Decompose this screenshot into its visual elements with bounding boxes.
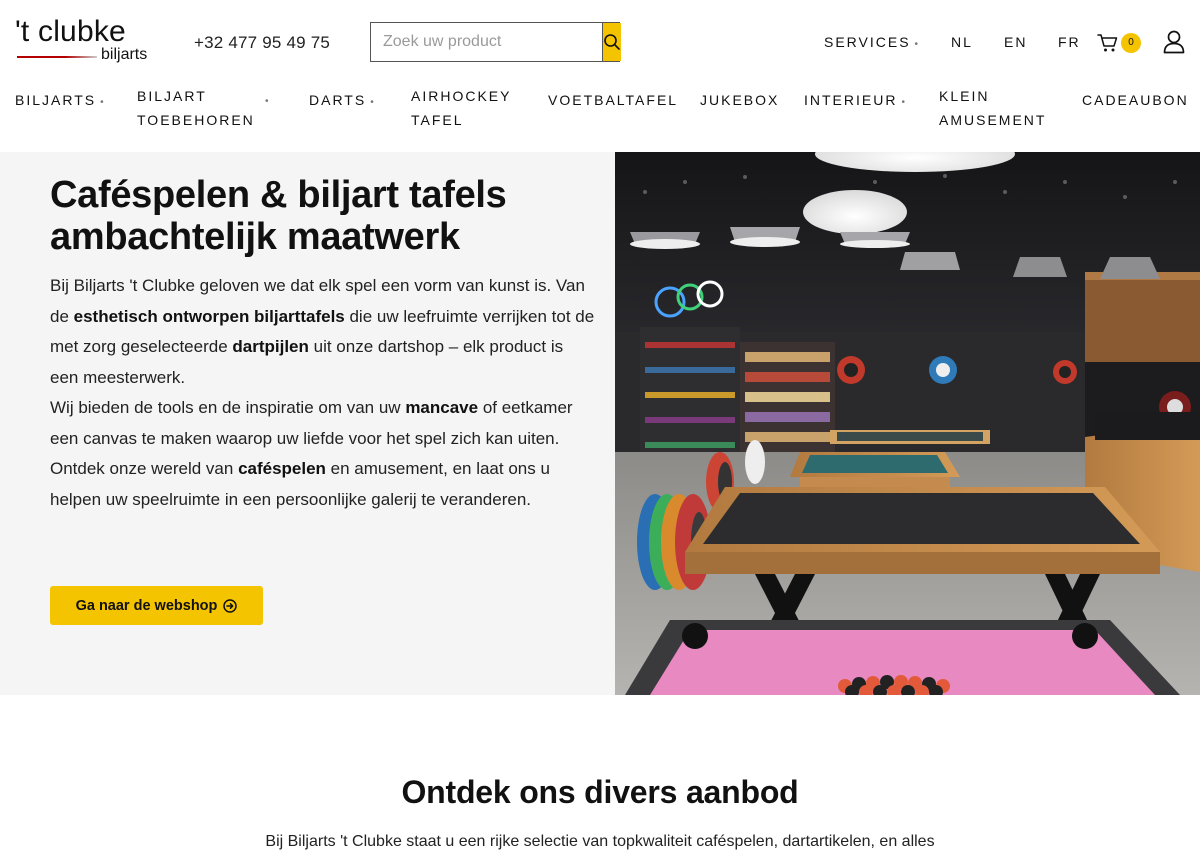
nav-label-line2: TAFEL <box>411 112 464 128</box>
dropdown-dot-icon: • <box>370 97 376 108</box>
hero-text-segment: Wij bieden de tools en de inspiratie om … <box>50 398 406 417</box>
logo-underline <box>17 56 97 58</box>
nav-label-line1: AIRHOCKEY <box>411 88 512 104</box>
dropdown-dot-icon: • <box>265 96 269 107</box>
nav-item-airhockey-tafel[interactable]: AIRHOCKEY TAFEL <box>411 84 511 132</box>
site-logo[interactable]: 't clubke biljarts <box>15 14 165 66</box>
hero-description: Bij Biljarts 't Clubke geloven we dat el… <box>50 271 595 515</box>
hero-text-bold: dartpijlen <box>232 337 309 356</box>
offer-section-text: Bij Biljarts 't Clubke staat u een rijke… <box>265 833 935 850</box>
nav-label: INTERIEUR <box>804 92 898 108</box>
nav-label-line1: BILJART <box>137 88 207 104</box>
dropdown-dot-icon: • <box>100 97 106 108</box>
nav-item-klein-amusement[interactable]: KLEIN AMUSEMENT <box>939 84 1046 132</box>
nav-label-line2: AMUSEMENT <box>939 112 1047 128</box>
showroom-photo <box>615 152 1200 695</box>
main-navigation: BILJARTS • BILJART TOEBEHOREN • DARTS • AI… <box>0 84 1200 152</box>
nav-label-line1: KLEIN <box>939 88 990 104</box>
hero-title: Caféspelen & biljart tafels ambachtelijk… <box>50 174 600 258</box>
offer-section-title: Ontdek ons divers aanbod <box>401 774 799 810</box>
cart-icon <box>1097 34 1118 52</box>
search-icon <box>604 34 620 50</box>
nav-label-line2: TOEBEHOREN <box>137 112 255 128</box>
nav-item-interieur[interactable]: INTERIEUR • <box>804 88 907 115</box>
search-bar <box>370 22 621 62</box>
nav-item-darts[interactable]: DARTS • <box>309 88 376 115</box>
search-button[interactable] <box>602 23 621 61</box>
hero-title-line2: ambachtelijk maatwerk <box>50 216 460 258</box>
webshop-button[interactable]: Ga naar de webshop <box>50 586 263 625</box>
logo-main-text: 't clubke <box>15 15 126 48</box>
dropdown-dot-icon: • <box>914 39 921 50</box>
services-menu[interactable]: SERVICES • <box>824 34 920 50</box>
nav-label: JUKEBOX <box>700 92 780 108</box>
hero-title-line1: Caféspelen & biljart tafels <box>50 174 507 216</box>
user-account-icon[interactable] <box>1163 30 1185 54</box>
hero-text-bold: esthetisch ontworpen biljarttafels <box>73 306 345 326</box>
hero-text-bold: caféspelen <box>238 459 326 478</box>
cart-button[interactable]: 0 <box>1097 31 1143 55</box>
nav-label: VOETBALTAFEL <box>548 92 679 108</box>
services-label: SERVICES <box>824 34 911 50</box>
nav-item-voetbaltafel[interactable]: VOETBALTAFEL <box>548 88 678 112</box>
arrow-circle-right-icon <box>223 598 238 613</box>
nav-label: BILJARTS <box>15 92 97 108</box>
nav-item-jukebox[interactable]: JUKEBOX <box>700 88 779 112</box>
cart-count-badge: 0 <box>1121 33 1141 53</box>
showroom-illustration <box>615 152 1200 695</box>
phone-number[interactable]: +32 477 95 49 75 <box>194 33 330 53</box>
header: 't clubke biljarts +32 477 95 49 75 SERV… <box>0 0 1200 84</box>
nav-item-biljarts[interactable]: BILJARTS • <box>15 88 115 112</box>
language-fr[interactable]: FR <box>1058 34 1081 50</box>
language-nl[interactable]: NL <box>951 34 973 50</box>
nav-label: CADEAUBON <box>1082 92 1189 108</box>
nav-label: DARTS <box>309 92 367 108</box>
nav-item-cadeaubon[interactable]: CADEAUBON <box>1082 88 1189 112</box>
search-input[interactable] <box>371 23 602 61</box>
hero-section: Caféspelen & biljart tafels ambachtelijk… <box>0 152 1200 695</box>
hero-text-panel: Caféspelen & biljart tafels ambachtelijk… <box>0 152 615 695</box>
nav-item-biljart-toebehoren[interactable]: BILJART TOEBEHOREN <box>137 84 255 132</box>
dropdown-dot-icon: • <box>901 97 907 108</box>
language-en[interactable]: EN <box>1004 34 1027 50</box>
webshop-button-label: Ga naar de webshop <box>75 597 218 614</box>
logo-sub-text: biljarts <box>101 46 148 63</box>
hero-text-bold: mancave <box>405 398 479 417</box>
